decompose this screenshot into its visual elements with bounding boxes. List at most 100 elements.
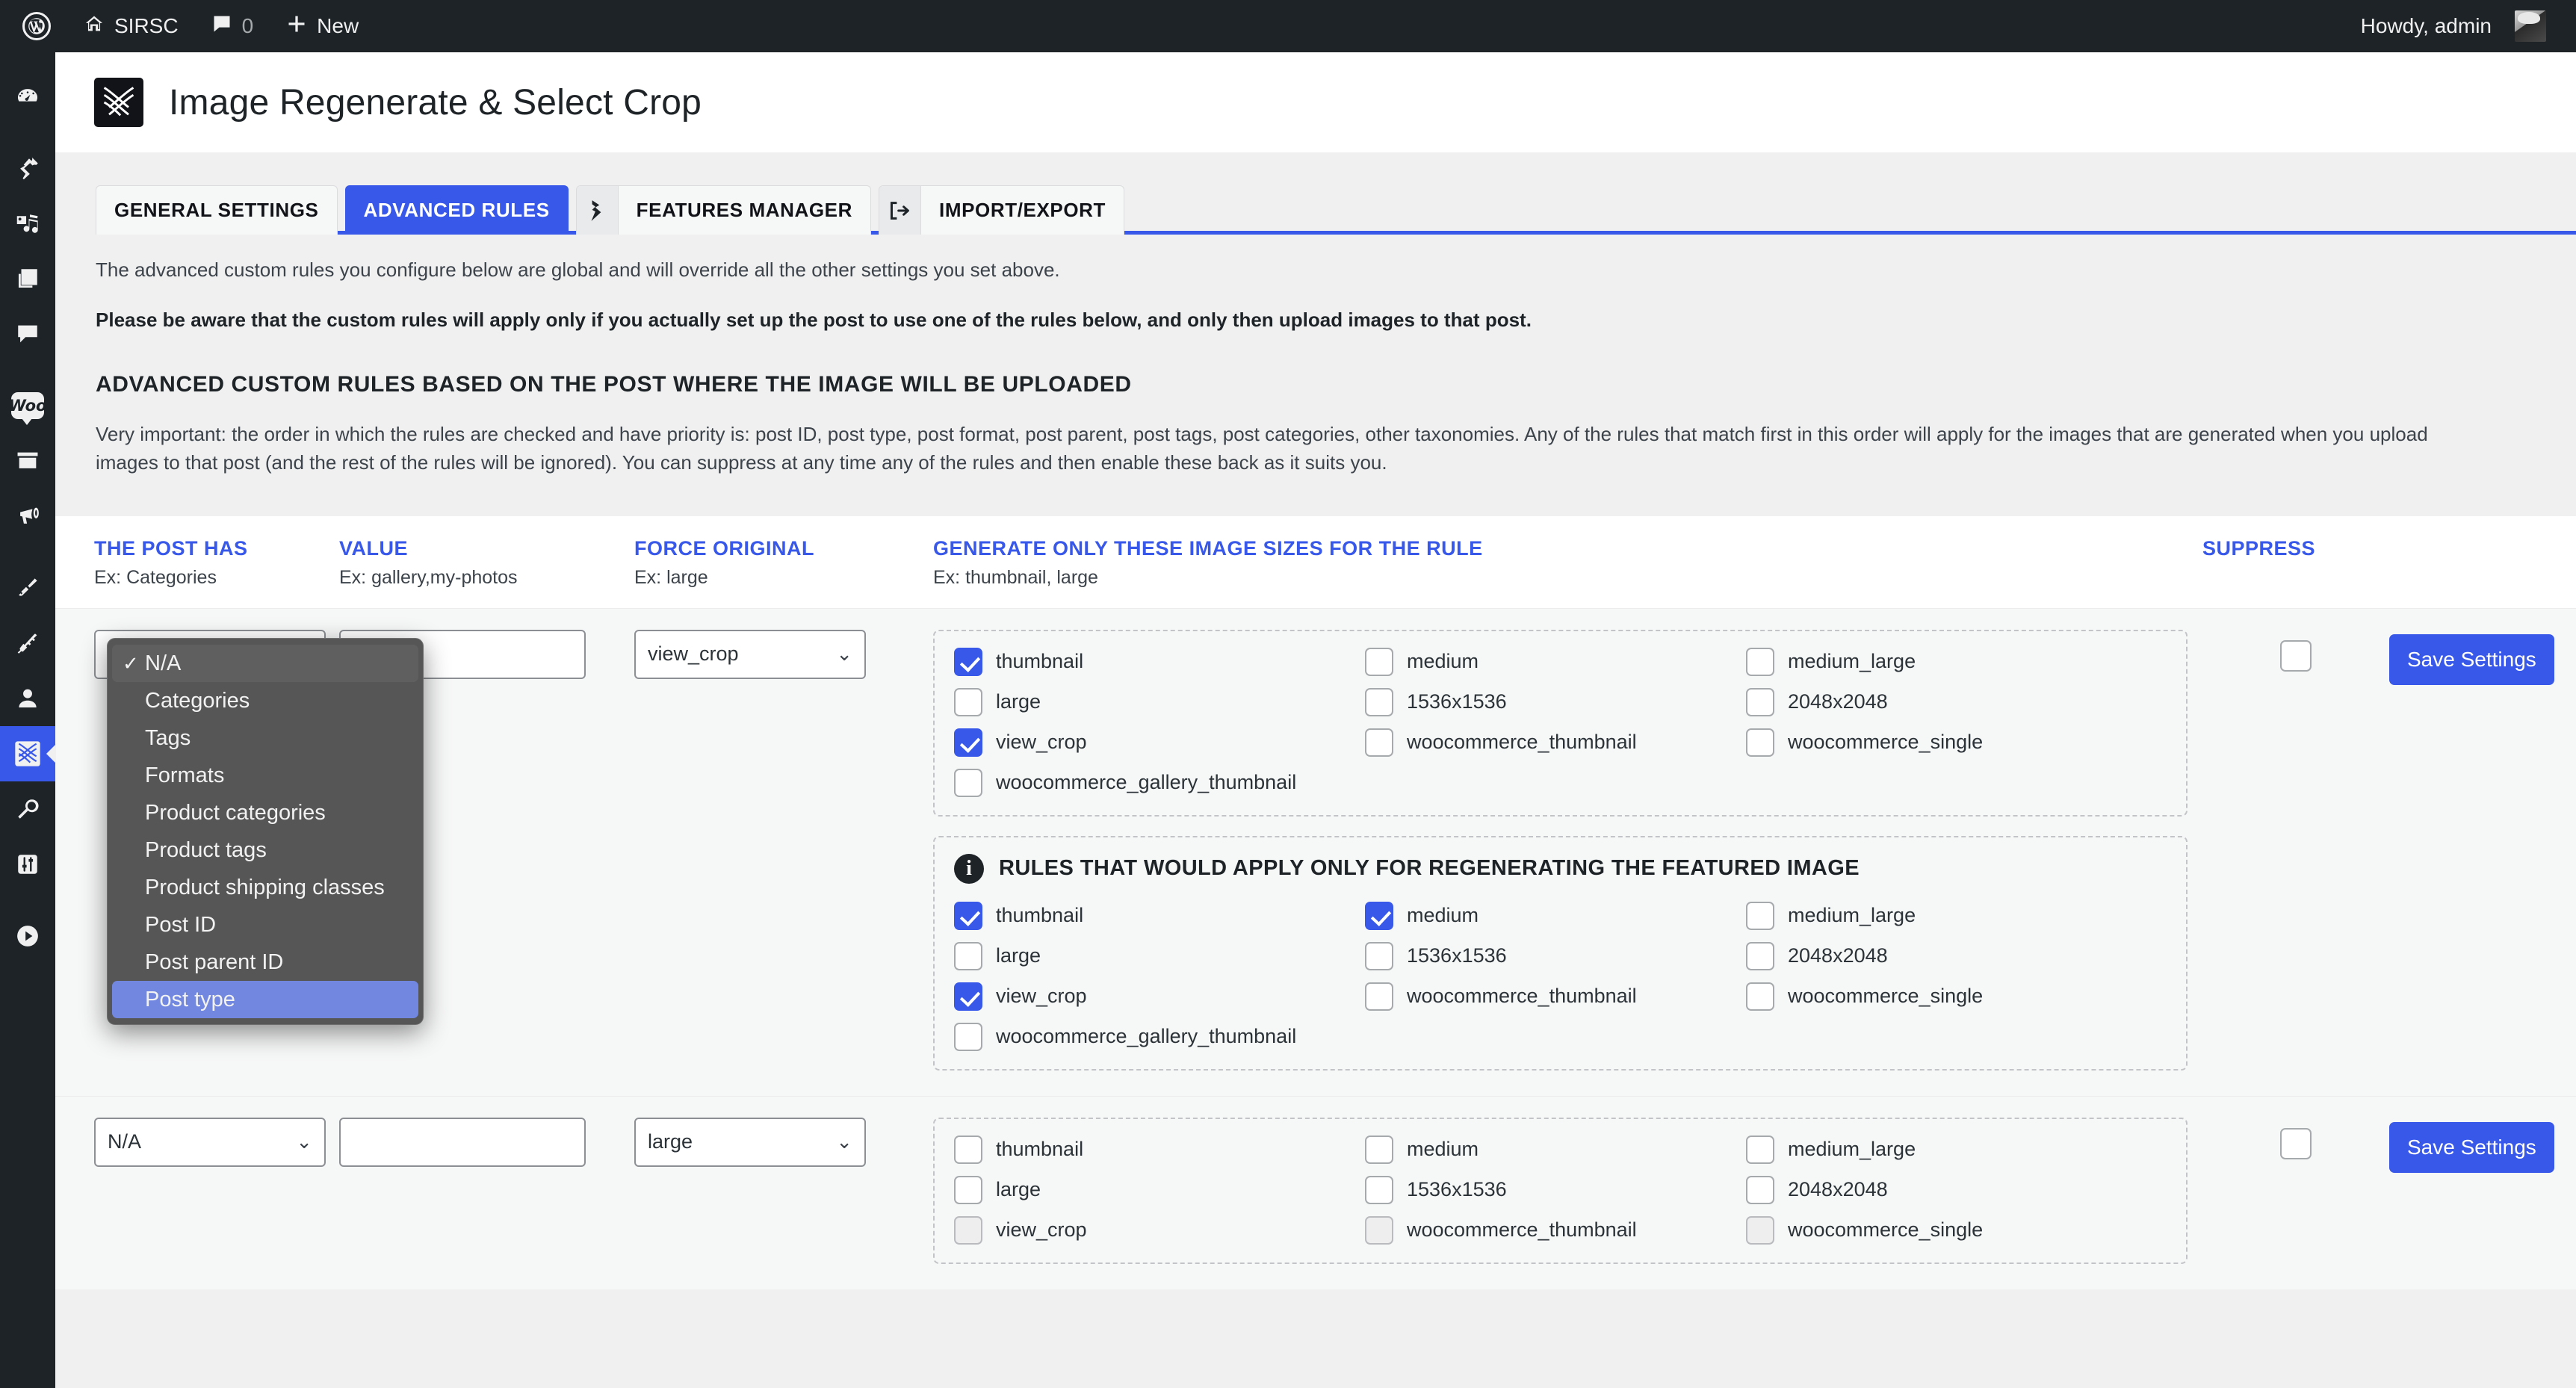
dropdown-option-post-parent-id[interactable]: Post parent ID [112, 944, 418, 981]
sidebar-item-image-regenerate-select-crop[interactable] [0, 726, 56, 781]
sidebar-item-media[interactable] [0, 196, 55, 251]
rule-1-force-original-select[interactable]: view_crop ⌄ [634, 629, 866, 679]
checkbox[interactable] [954, 728, 982, 757]
rule-1-size-large[interactable]: large [954, 687, 1365, 716]
sidebar-item-woocommerce[interactable]: Woo [0, 378, 55, 433]
rule-2-size-thumbnail[interactable]: thumbnail [954, 1135, 1365, 1164]
rule-2-size-view-crop[interactable]: view_crop [954, 1215, 1365, 1245]
dropdown-option-post-id[interactable]: Post ID [112, 906, 418, 944]
checkbox[interactable] [1365, 982, 1393, 1011]
rule-1-size-woocommerce-single[interactable]: woocommerce_single [1746, 728, 2167, 757]
rule-1-size-2048[interactable]: 2048x2048 [1746, 687, 2167, 716]
checkbox[interactable] [954, 941, 982, 970]
rule-1-featured-size-large[interactable]: large [954, 941, 1365, 970]
rule-1-featured-size-woocommerce-thumbnail[interactable]: woocommerce_thumbnail [1365, 982, 1746, 1011]
rule-2-size-2048[interactable]: 2048x2048 [1746, 1175, 2167, 1204]
checkbox[interactable] [954, 687, 982, 716]
checkbox[interactable] [954, 768, 982, 797]
checkbox[interactable] [1365, 728, 1393, 757]
rule-1-size-medium[interactable]: medium [1365, 647, 1746, 676]
checkbox[interactable] [1746, 901, 1774, 930]
the-post-has-dropdown-popup[interactable]: ✓ N/A Categories Tags Formats Product ca… [107, 638, 424, 1025]
rule-1-featured-size-view-crop[interactable]: view_crop [954, 982, 1365, 1011]
checkbox[interactable] [1365, 901, 1393, 930]
checkbox[interactable] [1365, 687, 1393, 716]
checkbox[interactable] [1365, 1135, 1393, 1164]
rule-1-featured-size-medium-large[interactable]: medium_large [1746, 901, 2167, 930]
rule-2-force-original-select[interactable]: large ⌄ [634, 1117, 866, 1167]
checkbox[interactable] [1365, 1175, 1393, 1204]
checkbox[interactable] [1746, 1215, 1774, 1245]
checkbox[interactable] [1365, 941, 1393, 970]
tab-general-settings[interactable]: GENERAL SETTINGS [96, 185, 338, 235]
sidebar-item-appearance[interactable] [0, 560, 55, 616]
dropdown-option-product-tags[interactable]: Product tags [112, 831, 418, 869]
dropdown-option-na[interactable]: ✓ N/A [112, 645, 418, 682]
my-account-menu[interactable]: Howdy, admin [2344, 0, 2563, 52]
checkbox[interactable] [954, 1022, 982, 1051]
tab-import-export[interactable]: IMPORT/EXPORT [879, 185, 1125, 235]
tab-advanced-rules[interactable]: ADVANCED RULES [344, 185, 569, 235]
dropdown-option-categories[interactable]: Categories [112, 682, 418, 719]
sidebar-item-users[interactable] [0, 671, 55, 726]
rule-2-size-medium[interactable]: medium [1365, 1135, 1746, 1164]
sidebar-item-settings[interactable] [0, 837, 55, 892]
checkbox[interactable] [1746, 647, 1774, 676]
rule-2-size-medium-large[interactable]: medium_large [1746, 1135, 2167, 1164]
checkbox[interactable] [1746, 1135, 1774, 1164]
new-content-menu[interactable]: New [270, 0, 375, 52]
rule-1-size-medium-large[interactable]: medium_large [1746, 647, 2167, 676]
sidebar-item-posts[interactable] [0, 140, 55, 196]
checkbox[interactable] [954, 982, 982, 1011]
dropdown-option-tags[interactable]: Tags [112, 719, 418, 757]
wp-logo-menu[interactable] [6, 0, 67, 52]
sidebar-item-tools[interactable] [0, 781, 55, 837]
rule-1-featured-size-thumbnail[interactable]: thumbnail [954, 901, 1365, 930]
dropdown-option-product-shipping-classes[interactable]: Product shipping classes [112, 869, 418, 906]
sidebar-item-products[interactable] [0, 433, 55, 489]
rule-1-featured-size-1536[interactable]: 1536x1536 [1365, 941, 1746, 970]
sidebar-item-plugins[interactable] [0, 616, 55, 671]
checkbox[interactable] [1365, 1215, 1393, 1245]
rule-1-size-view-crop[interactable]: view_crop [954, 728, 1365, 757]
checkbox[interactable] [954, 901, 982, 930]
rule-2-the-post-has-select[interactable]: N/A ⌄ [94, 1117, 326, 1167]
sidebar-item-collapse-menu[interactable] [0, 908, 55, 964]
checkbox[interactable] [1746, 687, 1774, 716]
rule-2-save-settings-button[interactable]: Save Settings [2389, 1121, 2554, 1173]
rule-2-size-woocommerce-single[interactable]: woocommerce_single [1746, 1215, 2167, 1245]
rule-1-size-woocommerce-gallery-thumbnail[interactable]: woocommerce_gallery_thumbnail [954, 768, 1365, 797]
checkbox[interactable] [1746, 982, 1774, 1011]
checkbox[interactable] [1746, 1175, 1774, 1204]
tab-features-manager[interactable]: FEATURES MANAGER [575, 185, 871, 235]
sidebar-item-dashboard[interactable] [0, 69, 55, 124]
checkbox[interactable] [954, 1135, 982, 1164]
rule-1-featured-size-woocommerce-gallery-thumbnail[interactable]: woocommerce_gallery_thumbnail [954, 1022, 1365, 1051]
checkbox[interactable] [954, 1175, 982, 1204]
dropdown-option-formats[interactable]: Formats [112, 757, 418, 794]
dropdown-option-product-categories[interactable]: Product categories [112, 794, 418, 831]
rule-1-suppress-checkbox[interactable] [2280, 639, 2312, 672]
rule-2-value-input[interactable] [339, 1117, 586, 1167]
rule-2-size-1536[interactable]: 1536x1536 [1365, 1175, 1746, 1204]
rule-2-size-woocommerce-thumbnail[interactable]: woocommerce_thumbnail [1365, 1215, 1746, 1245]
checkbox[interactable] [1746, 728, 1774, 757]
sidebar-item-comments[interactable] [0, 306, 55, 362]
sidebar-item-pages[interactable] [0, 251, 55, 306]
site-name-menu[interactable]: SIRSC [67, 0, 195, 52]
rule-1-size-thumbnail[interactable]: thumbnail [954, 647, 1365, 676]
rule-1-featured-size-woocommerce-single[interactable]: woocommerce_single [1746, 982, 2167, 1011]
dropdown-option-post-type[interactable]: Post type [112, 981, 418, 1018]
rule-1-size-woocommerce-thumbnail[interactable]: woocommerce_thumbnail [1365, 728, 1746, 757]
checkbox[interactable] [954, 647, 982, 676]
rule-1-featured-size-2048[interactable]: 2048x2048 [1746, 941, 2167, 970]
checkbox[interactable] [1365, 647, 1393, 676]
checkbox[interactable] [954, 1215, 982, 1245]
admin-sidebar-menu[interactable]: Woo [0, 52, 56, 1388]
rule-2-size-large[interactable]: large [954, 1175, 1365, 1204]
rule-1-save-settings-button[interactable]: Save Settings [2389, 633, 2554, 685]
sidebar-item-marketing[interactable] [0, 489, 55, 544]
comments-bubble[interactable]: 0 [195, 0, 270, 52]
rule-1-featured-size-medium[interactable]: medium [1365, 901, 1746, 930]
checkbox[interactable] [1746, 941, 1774, 970]
